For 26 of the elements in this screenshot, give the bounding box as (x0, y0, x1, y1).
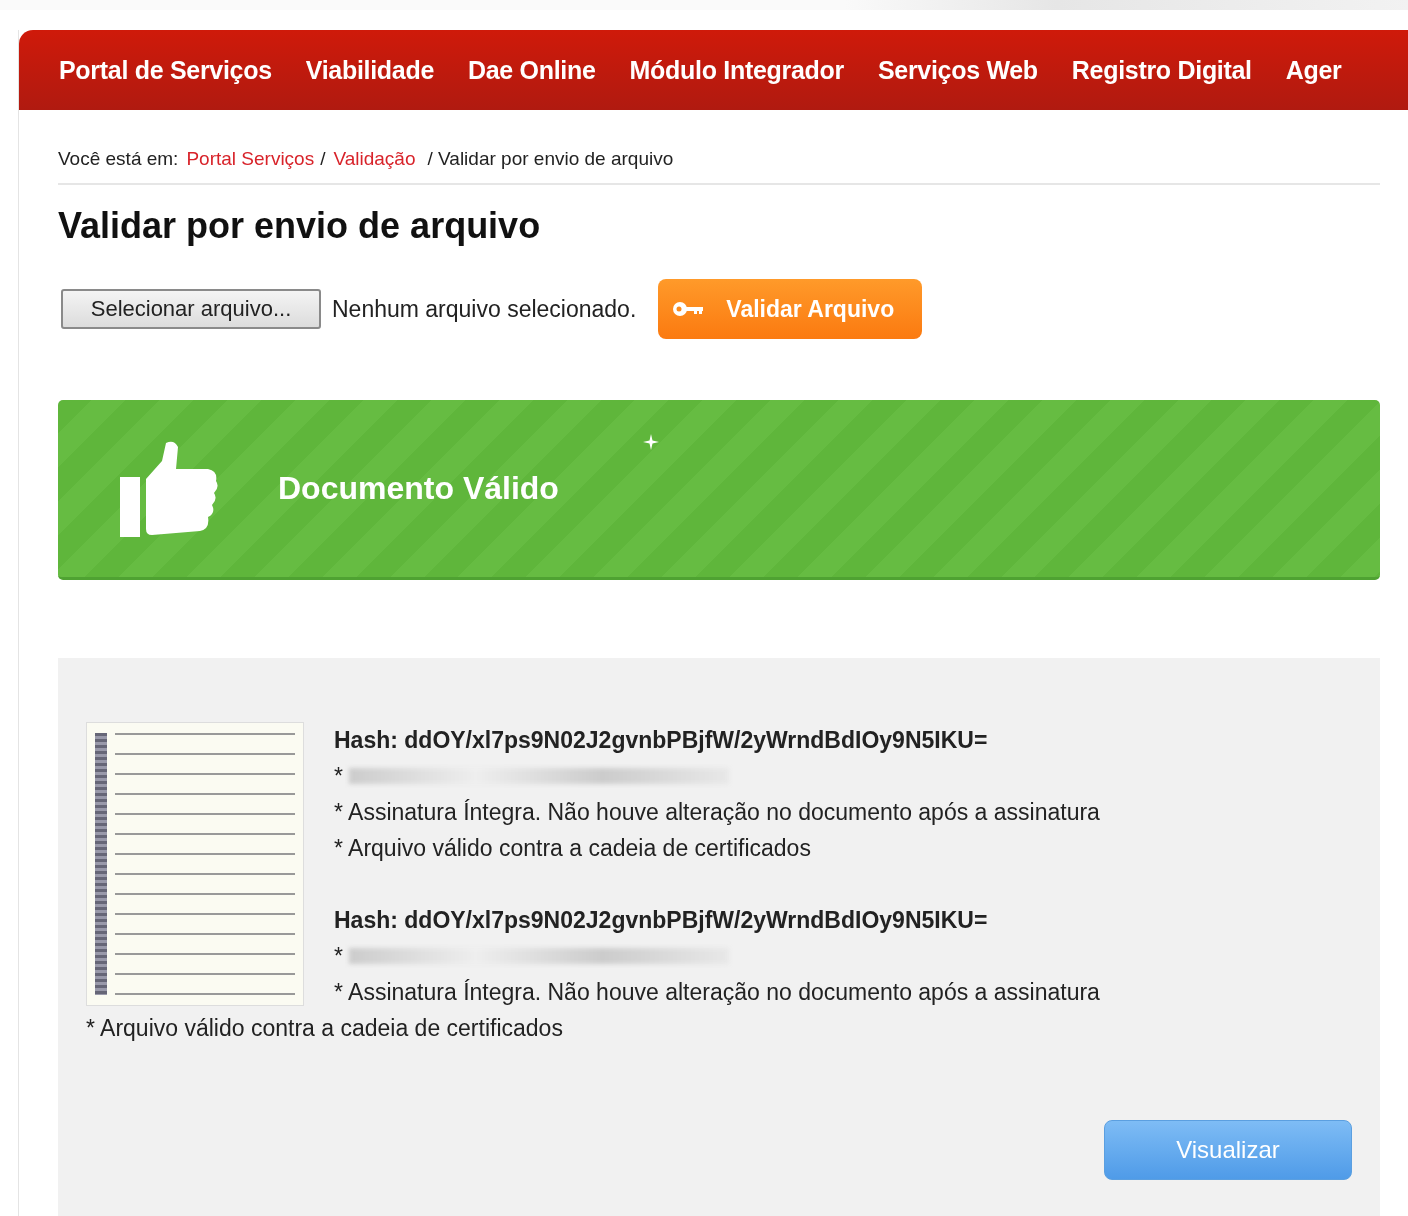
result-line: * Assinatura Íntegra. Não houve alteração no documento após a assinatura (333, 978, 1101, 1007)
breadcrumb-link[interactable]: Portal Serviços (186, 148, 315, 170)
banner-message: Documento Válido (278, 470, 559, 507)
file-status: Nenhum arquivo selecionado. (332, 295, 637, 323)
result-line: * Arquivo válido contra a cadeia de certificados (333, 834, 812, 863)
breadcrumb-label: Você está em: (58, 148, 179, 170)
breadcrumb-separator: / (320, 148, 326, 170)
nav-link[interactable]: Módulo Integrador (629, 55, 844, 85)
breadcrumb-current: / Validar por envio de arquivo (427, 148, 674, 170)
page-title: Validar por envio de arquivo (58, 205, 542, 247)
result-line: * Arquivo válido contra a cadeia de certificados (86, 1014, 564, 1043)
nav-link[interactable]: Viabilidade (305, 55, 434, 85)
result-line: * Assinatura Íntegra. Não houve alteração no documento após a assinatura (333, 798, 1101, 827)
breadcrumb-link[interactable]: Validação (333, 148, 416, 170)
bullet-mark: * (334, 942, 343, 971)
hash-text: Hash: ddOY/xl7ps9N02J2gvnbPBjfW/2yWrndBdIOy9N5IKU= (333, 906, 989, 935)
nav-link[interactable]: Ager (1285, 55, 1342, 85)
key-icon (672, 300, 705, 318)
hash-text: Hash: ddOY/xl7ps9N02J2gvnbPBjfW/2yWrndBdIOy9N5IKU= (333, 726, 989, 755)
file-select-button[interactable]: Selecionar arquivo... (61, 289, 321, 329)
nav-link[interactable]: Serviços Web (877, 55, 1038, 85)
nav-link[interactable]: Portal de Serviços (59, 55, 272, 85)
bullet-mark: * (334, 762, 343, 791)
sparkle-icon (643, 434, 659, 450)
nav-link[interactable]: Registro Digital (1071, 55, 1252, 85)
nav-link[interactable]: Dae Online (468, 55, 596, 85)
